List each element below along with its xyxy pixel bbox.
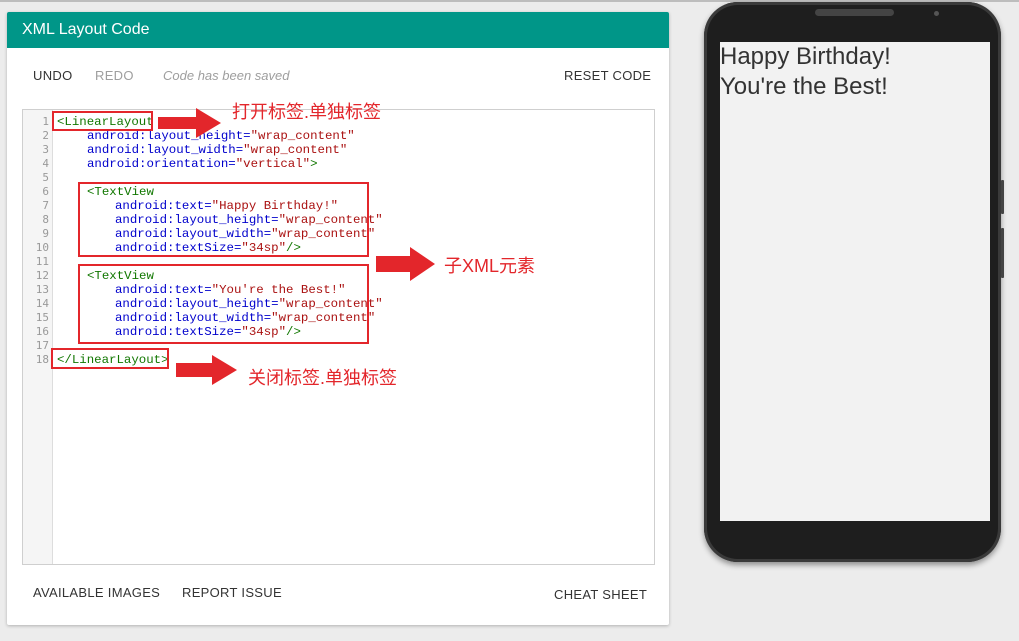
line-number: 4 <box>42 157 49 170</box>
preview-text-line-1: Happy Birthday! <box>720 43 891 70</box>
line-number: 13 <box>35 283 49 296</box>
phone-camera <box>934 11 939 16</box>
open-tag-annotation: 打开标签.单独标签 <box>232 102 382 122</box>
line-number: 17 <box>35 339 49 352</box>
child-elements-annotation: 子XML元素 <box>444 256 536 276</box>
line-number: 5 <box>42 171 49 184</box>
report-issue-button[interactable]: REPORT ISSUE <box>182 585 282 600</box>
card-title: XML Layout Code <box>7 12 669 48</box>
editor-toolbar: UNDO REDO Code has been saved RESET CODE <box>7 60 669 90</box>
line-number: 9 <box>42 227 49 240</box>
code-line-3: android:layout_width="wrap_content" <box>87 143 347 157</box>
preview-text-line-2: You're the Best! <box>720 73 888 100</box>
open-tag-highlight-box <box>52 111 153 131</box>
redo-button[interactable]: REDO <box>95 68 134 83</box>
xml-value: "vertical" <box>235 157 311 171</box>
xml-value: "wrap_content" <box>250 129 355 143</box>
child-element-highlight-box <box>78 182 369 257</box>
line-number: 7 <box>42 199 49 212</box>
line-number: 1 <box>42 115 49 128</box>
right-arrow-icon <box>176 355 237 385</box>
xml-attribute: android:orientation= <box>87 157 236 171</box>
reset-code-button[interactable]: RESET CODE <box>564 68 651 83</box>
line-number: 12 <box>35 269 49 282</box>
xml-tag-end: > <box>310 157 318 171</box>
xml-value: "wrap_content" <box>243 143 348 157</box>
close-tag-highlight-box <box>51 348 169 369</box>
line-number: 16 <box>35 325 49 338</box>
line-number: 3 <box>42 143 49 156</box>
line-number: 6 <box>42 185 49 198</box>
phone-side-button <box>1001 180 1004 214</box>
save-status-text: Code has been saved <box>163 68 290 83</box>
right-arrow-icon <box>158 108 221 138</box>
child-element-highlight-box <box>78 264 369 344</box>
code-line-4: android:orientation="vertical"> <box>87 157 318 171</box>
undo-button[interactable]: UNDO <box>33 68 72 83</box>
line-number: 18 <box>35 353 49 366</box>
phone-speaker <box>815 9 894 16</box>
close-tag-annotation: 关闭标签.单独标签 <box>248 368 398 388</box>
available-images-button[interactable]: AVAILABLE IMAGES <box>33 585 160 600</box>
line-number: 15 <box>35 311 49 324</box>
line-number-gutter: 1 2 3 4 5 6 7 8 9 10 11 12 13 14 15 16 1… <box>23 110 53 564</box>
phone-side-button <box>1001 228 1004 278</box>
cheat-sheet-button[interactable]: CHEAT SHEET <box>554 587 647 602</box>
line-number: 8 <box>42 213 49 226</box>
phone-preview: Happy Birthday! You're the Best! <box>704 2 1001 562</box>
line-number: 10 <box>35 241 49 254</box>
line-number: 14 <box>35 297 49 310</box>
line-number: 11 <box>35 255 49 268</box>
xml-attribute: android:layout_width= <box>87 143 244 157</box>
line-number: 2 <box>42 129 49 142</box>
phone-screen: Happy Birthday! You're the Best! <box>720 42 990 521</box>
right-arrow-icon <box>376 247 435 281</box>
